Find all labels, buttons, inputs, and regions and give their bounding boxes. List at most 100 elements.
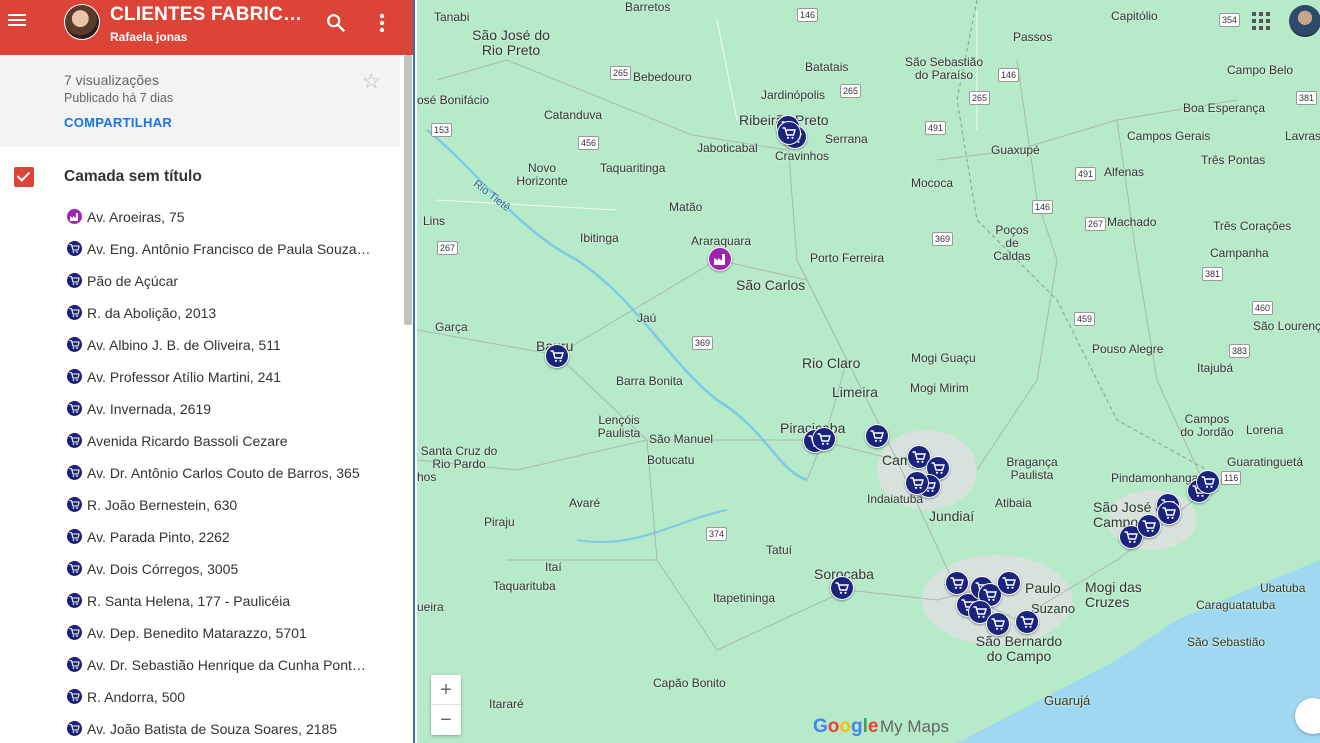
map-canvas[interactable]: Tanabi Barretos São José do Rio Preto Be… (417, 0, 1320, 743)
map-info-panel: 7 visualizações Publicado há 7 dias COMP… (0, 55, 400, 147)
list-item[interactable]: R. da Abolição, 2013 (0, 297, 400, 329)
city-label: Novo Horizonte (516, 161, 568, 188)
list-item[interactable]: Av. Invernada, 2619 (0, 393, 400, 425)
apps-grid-icon[interactable] (1252, 12, 1270, 30)
more-options-icon[interactable] (372, 12, 392, 34)
list-item[interactable]: Pão de Açúcar (0, 265, 400, 297)
city-label: Avaré (569, 496, 601, 510)
city-label: Limeira (832, 384, 878, 400)
list-item[interactable]: Av. Dep. Benedito Matarazzo, 5701 (0, 617, 400, 649)
city-label: Mogi das Cruzes (1085, 579, 1142, 610)
factory-icon (67, 209, 82, 224)
city-label: São Sebastião do Paraíso (904, 55, 984, 82)
place-label: R. da Abolição, 2013 (87, 305, 217, 321)
zoom-in-button[interactable]: + (431, 675, 461, 705)
list-item[interactable]: Avenida Ricardo Bassoli Cezare (0, 425, 400, 457)
road-shield: 116 (1221, 471, 1242, 485)
mymaps-app: CLIENTES FABRICA A... Rafaela jonas 7 vi… (0, 0, 1320, 743)
store-marker[interactable] (945, 571, 969, 595)
list-item[interactable]: Av. Parada Pinto, 2262 (0, 521, 400, 553)
city-label: Lavras (1285, 129, 1320, 143)
store-marker[interactable] (905, 471, 929, 495)
store-marker[interactable] (997, 571, 1021, 595)
place-label: Av. Parada Pinto, 2262 (87, 529, 230, 545)
road-shield: 267 (437, 241, 459, 255)
sidebar-scrollbar[interactable] (404, 55, 412, 325)
place-label: Av. Aroeiras, 75 (87, 209, 185, 225)
cart-icon (67, 561, 82, 576)
city-label: Ibitinga (580, 231, 619, 245)
city-label: Campos do Jordão (1180, 412, 1234, 439)
layer-visibility-checkbox[interactable] (14, 167, 34, 187)
cart-icon (67, 497, 82, 512)
city-label: Caraguatatuba (1196, 598, 1276, 612)
city-label: Bragança Paulista (1006, 455, 1058, 482)
store-marker[interactable] (777, 121, 801, 145)
layer-row[interactable]: Camada sem título (0, 160, 400, 194)
star-icon[interactable]: ☆ (362, 69, 381, 94)
hamburger-menu-icon[interactable] (6, 11, 28, 33)
road-shield: 153 (431, 123, 453, 137)
map-sidebar: CLIENTES FABRICA A... Rafaela jonas 7 vi… (0, 0, 415, 743)
city-label: São Lourenço (1253, 319, 1320, 333)
place-label: Av. Dois Córregos, 3005 (87, 561, 239, 577)
city-label: hos (417, 470, 437, 484)
city-label: Catanduva (544, 108, 603, 122)
store-marker[interactable] (986, 612, 1010, 636)
list-item[interactable]: R. Andorra, 500 (0, 681, 400, 713)
city-label: Itaí (545, 560, 562, 574)
store-marker[interactable] (830, 576, 854, 600)
city-label: São Carlos (736, 277, 806, 293)
store-marker[interactable] (1157, 501, 1181, 525)
store-marker[interactable] (545, 344, 569, 368)
city-label: São Sebastião (1187, 635, 1266, 649)
share-button[interactable]: COMPARTILHAR (64, 115, 172, 130)
cart-icon (67, 689, 82, 704)
list-item[interactable]: Av. Dr. Antônio Carlos Couto de Barros, … (0, 457, 400, 489)
place-label: R. Andorra, 500 (87, 689, 186, 705)
city-label: Itararé (489, 697, 524, 711)
place-label: Av. Dr. Antônio Carlos Couto de Barros, … (87, 465, 360, 481)
place-label: Pão de Açúcar (87, 273, 179, 289)
places-list: Av. Aroeiras, 75 Av. Eng. Antônio Franci… (0, 201, 400, 743)
factory-marker[interactable] (708, 247, 732, 271)
place-label: Av. Dep. Benedito Matarazzo, 5701 (87, 625, 307, 641)
store-marker[interactable] (812, 427, 836, 451)
list-item[interactable]: Av. Aroeiras, 75 (0, 201, 400, 233)
list-item[interactable]: Av. João Batista de Souza Soares, 2185 (0, 713, 400, 743)
city-label: Taquaritinga (600, 161, 666, 175)
list-item[interactable]: Av. Dois Córregos, 3005 (0, 553, 400, 585)
city-label: osé Bonifácio (417, 93, 490, 107)
zoom-out-button[interactable]: − (431, 705, 461, 735)
city-label: Lorena (1246, 423, 1284, 437)
layer-name: Camada sem título (64, 168, 202, 185)
list-item[interactable]: R. João Bernestein, 630 (0, 489, 400, 521)
zoom-control: + − (431, 675, 461, 735)
city-label: Mococa (911, 176, 954, 190)
city-label: Piraju (484, 515, 515, 529)
road-shield: 491 (925, 121, 947, 135)
city-label: Tanabi (434, 10, 470, 24)
store-marker[interactable] (1196, 470, 1220, 494)
city-label: Guarujá (1044, 693, 1091, 708)
list-item[interactable]: Av. Eng. Antônio Francisco de Paula Souz… (0, 233, 400, 265)
list-item[interactable]: Av. Dr. Sebastião Henrique da Cunha Pont… (0, 649, 400, 681)
place-label: Avenida Ricardo Bassoli Cezare (87, 433, 288, 449)
cart-icon (67, 273, 82, 288)
city-label: Campanha (1210, 246, 1269, 260)
store-marker[interactable] (865, 424, 889, 448)
place-label: Av. Professor Atílio Martini, 241 (87, 369, 282, 385)
list-item[interactable]: Av. Albino J. B. de Oliveira, 511 (0, 329, 400, 361)
search-icon[interactable] (325, 12, 347, 34)
map-author: Rafaela jonas (110, 30, 188, 44)
user-avatar[interactable] (1289, 5, 1320, 37)
city-label: Matão (669, 200, 703, 214)
list-item[interactable]: R. Santa Helena, 177 - Paulicéia (0, 585, 400, 617)
city-label: Machado (1107, 215, 1157, 229)
road-shield: 374 (706, 527, 728, 541)
city-label: Guaratinguetá (1227, 455, 1304, 469)
cart-icon (67, 529, 82, 544)
city-label: Itapetininga (713, 591, 776, 605)
store-marker[interactable] (1015, 610, 1039, 634)
list-item[interactable]: Av. Professor Atílio Martini, 241 (0, 361, 400, 393)
